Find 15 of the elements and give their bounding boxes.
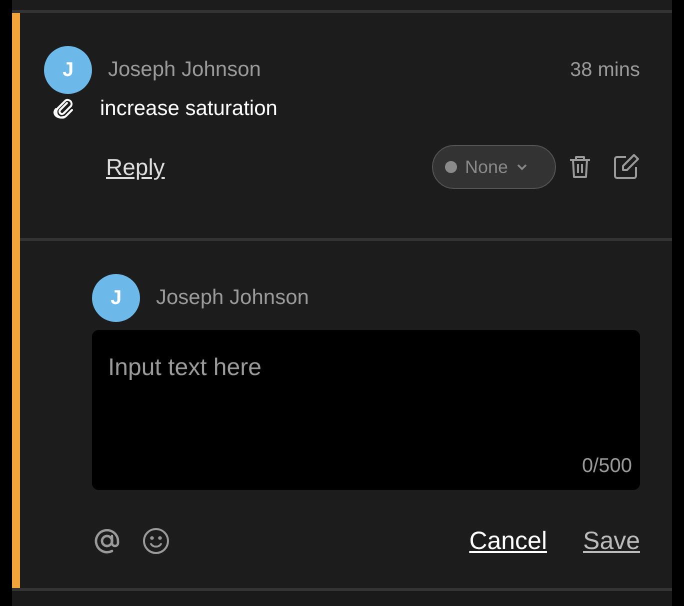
timestamp: 38 mins (570, 58, 640, 82)
avatar: J (44, 46, 92, 94)
character-counter: 0/500 (582, 455, 632, 478)
emoji-icon[interactable] (142, 527, 170, 555)
reply-link[interactable]: Reply (106, 154, 165, 180)
author-name: Joseph Johnson (108, 58, 261, 82)
edit-icon[interactable] (612, 153, 640, 181)
comment-text: increase saturation (100, 97, 278, 121)
avatar: J (92, 274, 140, 322)
trash-icon[interactable] (568, 154, 592, 180)
caret-icon (516, 163, 528, 171)
cancel-link[interactable]: Cancel (469, 526, 548, 556)
status-dropdown[interactable]: None (432, 145, 556, 189)
author-name: Joseph Johnson (156, 286, 309, 310)
mention-icon[interactable] (92, 526, 122, 556)
